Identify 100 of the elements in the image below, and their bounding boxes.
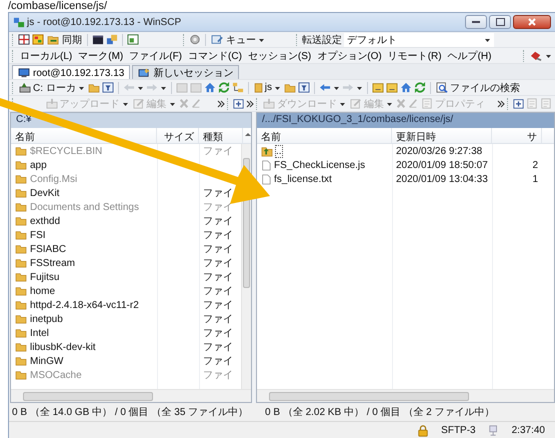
- file-name[interactable]: ..: [276, 146, 282, 156]
- terminal-icon[interactable]: [92, 34, 104, 45]
- menu-item[interactable]: ファイル(F): [127, 48, 184, 62]
- file-type: ファイ: [203, 229, 233, 242]
- filter-icon[interactable]: [298, 82, 310, 93]
- drive-icon: [19, 82, 31, 93]
- protocol-label: SFTP-3: [440, 425, 477, 436]
- file-name[interactable]: libusbK-dev-kit: [30, 342, 96, 352]
- file-size: 1: [532, 174, 538, 184]
- folder-icon: [15, 174, 27, 184]
- caption-text: /combase/license/js/: [7, 0, 108, 12]
- file-type: ファイ: [203, 257, 233, 270]
- folder-icon: [15, 258, 27, 268]
- horizontal-scrollbar[interactable]: [11, 389, 251, 402]
- chevron-icon[interactable]: [497, 98, 505, 110]
- monitor-icon: [18, 68, 30, 78]
- refresh-icon[interactable]: [414, 82, 426, 93]
- column-header[interactable]: サ: [492, 128, 542, 143]
- new-folder-icon[interactable]: [232, 98, 244, 109]
- path-bar[interactable]: /.../FSI_KOKUGO_3_1/combase/license/js/: [257, 113, 554, 128]
- grid-icon[interactable]: [18, 34, 30, 45]
- file-name[interactable]: Intel: [30, 328, 49, 338]
- file-name[interactable]: DevKit: [30, 188, 60, 198]
- menu-item[interactable]: セッション(S): [246, 48, 314, 62]
- folder-icon: [254, 82, 263, 93]
- folder-dropdown[interactable]: js: [252, 80, 282, 95]
- menu-item[interactable]: リモート(R): [386, 48, 444, 62]
- home-icon[interactable]: [400, 82, 412, 93]
- file-type: ファイ: [203, 327, 233, 340]
- filter-icon[interactable]: [102, 82, 114, 93]
- lock-icon: [417, 424, 430, 436]
- session-tab[interactable]: 新しいセッション: [132, 65, 240, 79]
- folder-icon: [15, 314, 27, 324]
- folder-icon: [15, 244, 27, 254]
- session-tab[interactable]: root@10.192.173.13: [12, 64, 130, 79]
- parent-folder-icon: [261, 146, 273, 156]
- folder-icon: [15, 328, 27, 338]
- column-header[interactable]: 種類: [199, 128, 243, 143]
- file-name[interactable]: inetpub: [30, 314, 63, 324]
- file-name[interactable]: FSIABC: [30, 244, 66, 254]
- folder-icon[interactable]: [386, 82, 398, 93]
- drive-dropdown[interactable]: C: ローカ: [18, 80, 86, 95]
- column-header[interactable]: サイズ: [157, 128, 199, 143]
- synchronize-button[interactable]: 同期: [46, 32, 83, 47]
- file-type: ファイ: [203, 285, 233, 298]
- file-name[interactable]: app: [30, 160, 47, 170]
- chevron-icon[interactable]: [246, 98, 254, 110]
- file-name[interactable]: httpd-2.4.18-x64-vc11-r2: [30, 300, 139, 310]
- modified-date: 2020/03/26 9:27:38: [396, 146, 482, 156]
- file-name[interactable]: home: [30, 286, 56, 296]
- file-icon: [261, 174, 271, 184]
- close-button[interactable]: [513, 15, 551, 29]
- column-header[interactable]: 名前: [257, 128, 392, 143]
- folder-icon[interactable]: [284, 82, 296, 92]
- menu-item[interactable]: オプション(O): [315, 48, 384, 62]
- queue-icon: [211, 34, 224, 45]
- column-header[interactable]: 更新日時: [392, 128, 492, 143]
- refresh-icon[interactable]: [218, 82, 230, 93]
- folder-icon: [15, 188, 27, 198]
- window-title: js - root@10.192.173.13 - WinSCP: [27, 16, 182, 28]
- menu-item[interactable]: コマンド(C): [186, 48, 244, 62]
- new-folder-icon[interactable]: [513, 98, 524, 109]
- menu-item[interactable]: マーク(M): [76, 48, 126, 62]
- file-name[interactable]: fs_license.txt: [274, 174, 332, 184]
- file-name[interactable]: FSI: [30, 230, 46, 240]
- file-name[interactable]: MinGW: [30, 356, 64, 366]
- plug-icon[interactable]: [529, 50, 543, 61]
- horizontal-scrollbar[interactable]: [257, 389, 554, 402]
- folder-icon: [15, 160, 27, 170]
- settings-icon[interactable]: [189, 34, 201, 45]
- folder-icon: [15, 216, 27, 226]
- file-name[interactable]: FSStream: [30, 258, 76, 268]
- home-icon[interactable]: [204, 82, 216, 93]
- folder-icon: [15, 286, 27, 296]
- new-session-icon: [138, 68, 150, 78]
- tree-icon[interactable]: [232, 82, 244, 93]
- queue-button[interactable]: キュー: [210, 32, 266, 47]
- minimize-button[interactable]: [465, 15, 487, 29]
- chevron-icon[interactable]: [216, 98, 225, 110]
- find-files-button[interactable]: ファイルの検索: [435, 80, 522, 95]
- path-bar[interactable]: C:¥: [11, 113, 251, 128]
- file-type: ファイ: [203, 369, 233, 382]
- file-name[interactable]: exthdd: [30, 216, 60, 226]
- file-type: ファイ: [203, 215, 233, 228]
- network-icon: [488, 425, 500, 436]
- folder-icon[interactable]: [88, 82, 100, 92]
- menu-item[interactable]: ヘルプ(H): [446, 48, 494, 62]
- menu-item[interactable]: ローカル(L): [18, 48, 74, 62]
- file-name[interactable]: FS_CheckLicense.js: [274, 160, 366, 170]
- back-arrow-icon[interactable]: [319, 82, 332, 93]
- window-icon[interactable]: [127, 34, 139, 45]
- folder-icon: [15, 300, 27, 310]
- folders-icon: [47, 34, 60, 45]
- file-name[interactable]: Fujitsu: [30, 272, 60, 282]
- transfer-settings-dropdown[interactable]: デフォルト: [344, 32, 494, 46]
- puzzle-icon[interactable]: [106, 34, 118, 45]
- status-text: 0 B （全 2.02 KB 中） / 0 個目 （全 2 ファイル中）: [265, 406, 496, 419]
- palette-icon[interactable]: [32, 34, 44, 45]
- folder-icon[interactable]: [372, 82, 384, 93]
- maximize-button[interactable]: [489, 15, 511, 29]
